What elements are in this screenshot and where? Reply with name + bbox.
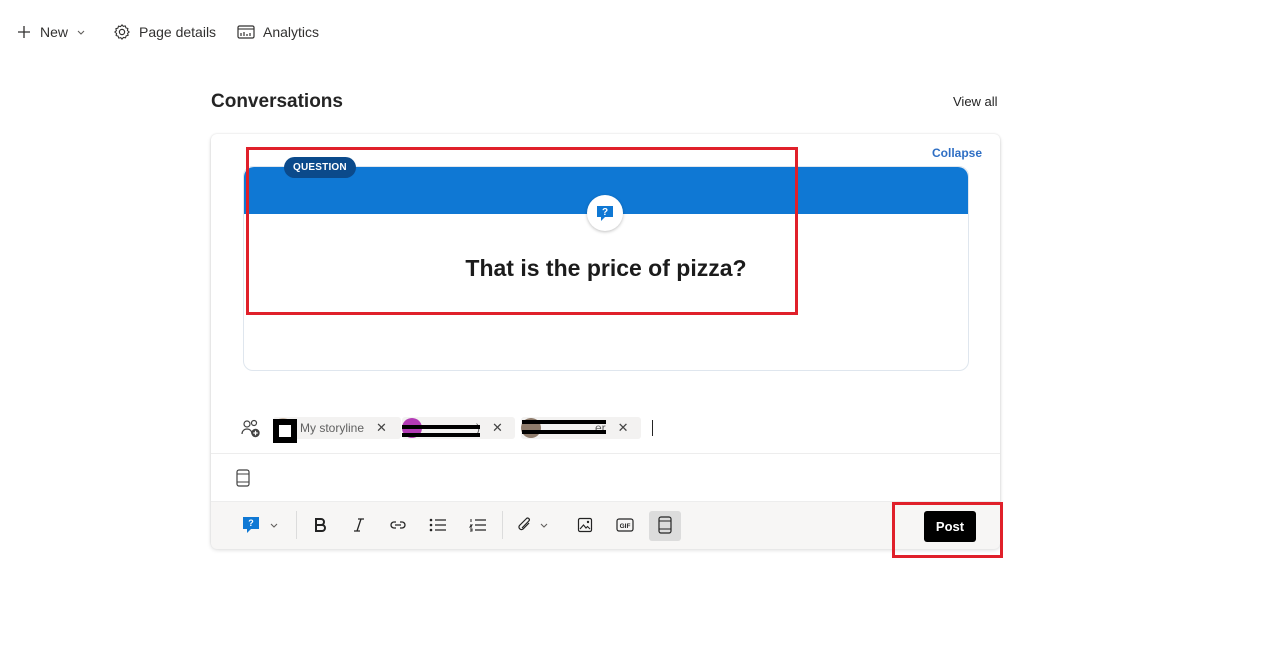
redaction-bar bbox=[522, 420, 606, 424]
command-bar: New Page details Analytics bbox=[0, 0, 1280, 64]
svg-text:?: ? bbox=[248, 518, 254, 528]
view-all-link[interactable]: View all bbox=[953, 94, 998, 109]
link-icon bbox=[390, 521, 406, 529]
section-title: Conversations bbox=[211, 91, 343, 112]
text-caret bbox=[652, 420, 653, 436]
add-people-icon[interactable] bbox=[240, 418, 262, 440]
analytics-label: Analytics bbox=[263, 24, 320, 40]
gear-icon bbox=[114, 24, 130, 40]
close-icon[interactable]: ✕ bbox=[618, 420, 629, 436]
plus-icon bbox=[18, 26, 30, 38]
close-icon[interactable]: ✕ bbox=[376, 420, 387, 436]
redaction-bar bbox=[402, 425, 480, 429]
attach-dropdown[interactable] bbox=[517, 514, 549, 536]
redaction-box bbox=[273, 419, 297, 443]
new-label: New bbox=[40, 24, 69, 40]
formatting-toolbar: ? GIF Post bbox=[211, 501, 1000, 549]
svg-text:?: ? bbox=[602, 207, 608, 218]
toolbar-divider bbox=[296, 511, 297, 539]
page-details-label: Page details bbox=[139, 24, 217, 40]
question-bubble-icon: ? bbox=[243, 517, 259, 533]
analytics-icon bbox=[237, 25, 255, 39]
bulleted-list-button[interactable] bbox=[429, 514, 447, 536]
divider bbox=[211, 453, 1000, 454]
paperclip-icon bbox=[518, 517, 530, 531]
link-button[interactable] bbox=[389, 514, 407, 536]
question-card: QUESTION ? That is the price of pizza? bbox=[243, 157, 969, 371]
card-icon bbox=[658, 516, 672, 534]
praise-button[interactable] bbox=[658, 514, 672, 536]
page-details-button[interactable]: Page details bbox=[113, 20, 216, 44]
italic-icon bbox=[354, 518, 364, 532]
numbered-list-icon bbox=[469, 519, 486, 532]
image-icon bbox=[577, 517, 593, 533]
gif-icon: GIF bbox=[616, 518, 634, 532]
question-text[interactable]: That is the price of pizza? bbox=[244, 255, 968, 282]
post-type-icon[interactable] bbox=[236, 469, 250, 487]
post-button[interactable]: Post bbox=[924, 511, 976, 542]
redaction-bar bbox=[522, 430, 606, 434]
chip-name: My storyline bbox=[300, 421, 365, 435]
new-button[interactable]: New bbox=[16, 20, 86, 44]
italic-button[interactable] bbox=[352, 514, 366, 536]
chevron-down-icon bbox=[77, 30, 85, 35]
gif-button[interactable]: GIF bbox=[616, 514, 634, 536]
bulleted-list-icon bbox=[429, 518, 446, 532]
close-icon[interactable]: ✕ bbox=[492, 420, 503, 436]
chevron-down-icon bbox=[540, 523, 548, 528]
chevron-down-icon bbox=[270, 523, 278, 528]
analytics-button[interactable]: Analytics bbox=[237, 20, 319, 44]
collapse-link[interactable]: Collapse bbox=[932, 146, 982, 160]
bold-button[interactable] bbox=[313, 514, 327, 536]
conversation-composer-card: Collapse QUESTION ? That is the price of… bbox=[211, 134, 1000, 549]
svg-text:GIF: GIF bbox=[620, 523, 631, 530]
question-bubble-icon: ? bbox=[587, 195, 623, 231]
bold-icon bbox=[315, 518, 326, 532]
toolbar-divider bbox=[502, 511, 503, 539]
image-button[interactable] bbox=[577, 514, 593, 536]
post-type-dropdown[interactable]: ? bbox=[241, 514, 279, 536]
question-badge: QUESTION bbox=[284, 157, 356, 178]
numbered-list-button[interactable] bbox=[469, 514, 487, 536]
redaction-bar bbox=[402, 433, 480, 437]
